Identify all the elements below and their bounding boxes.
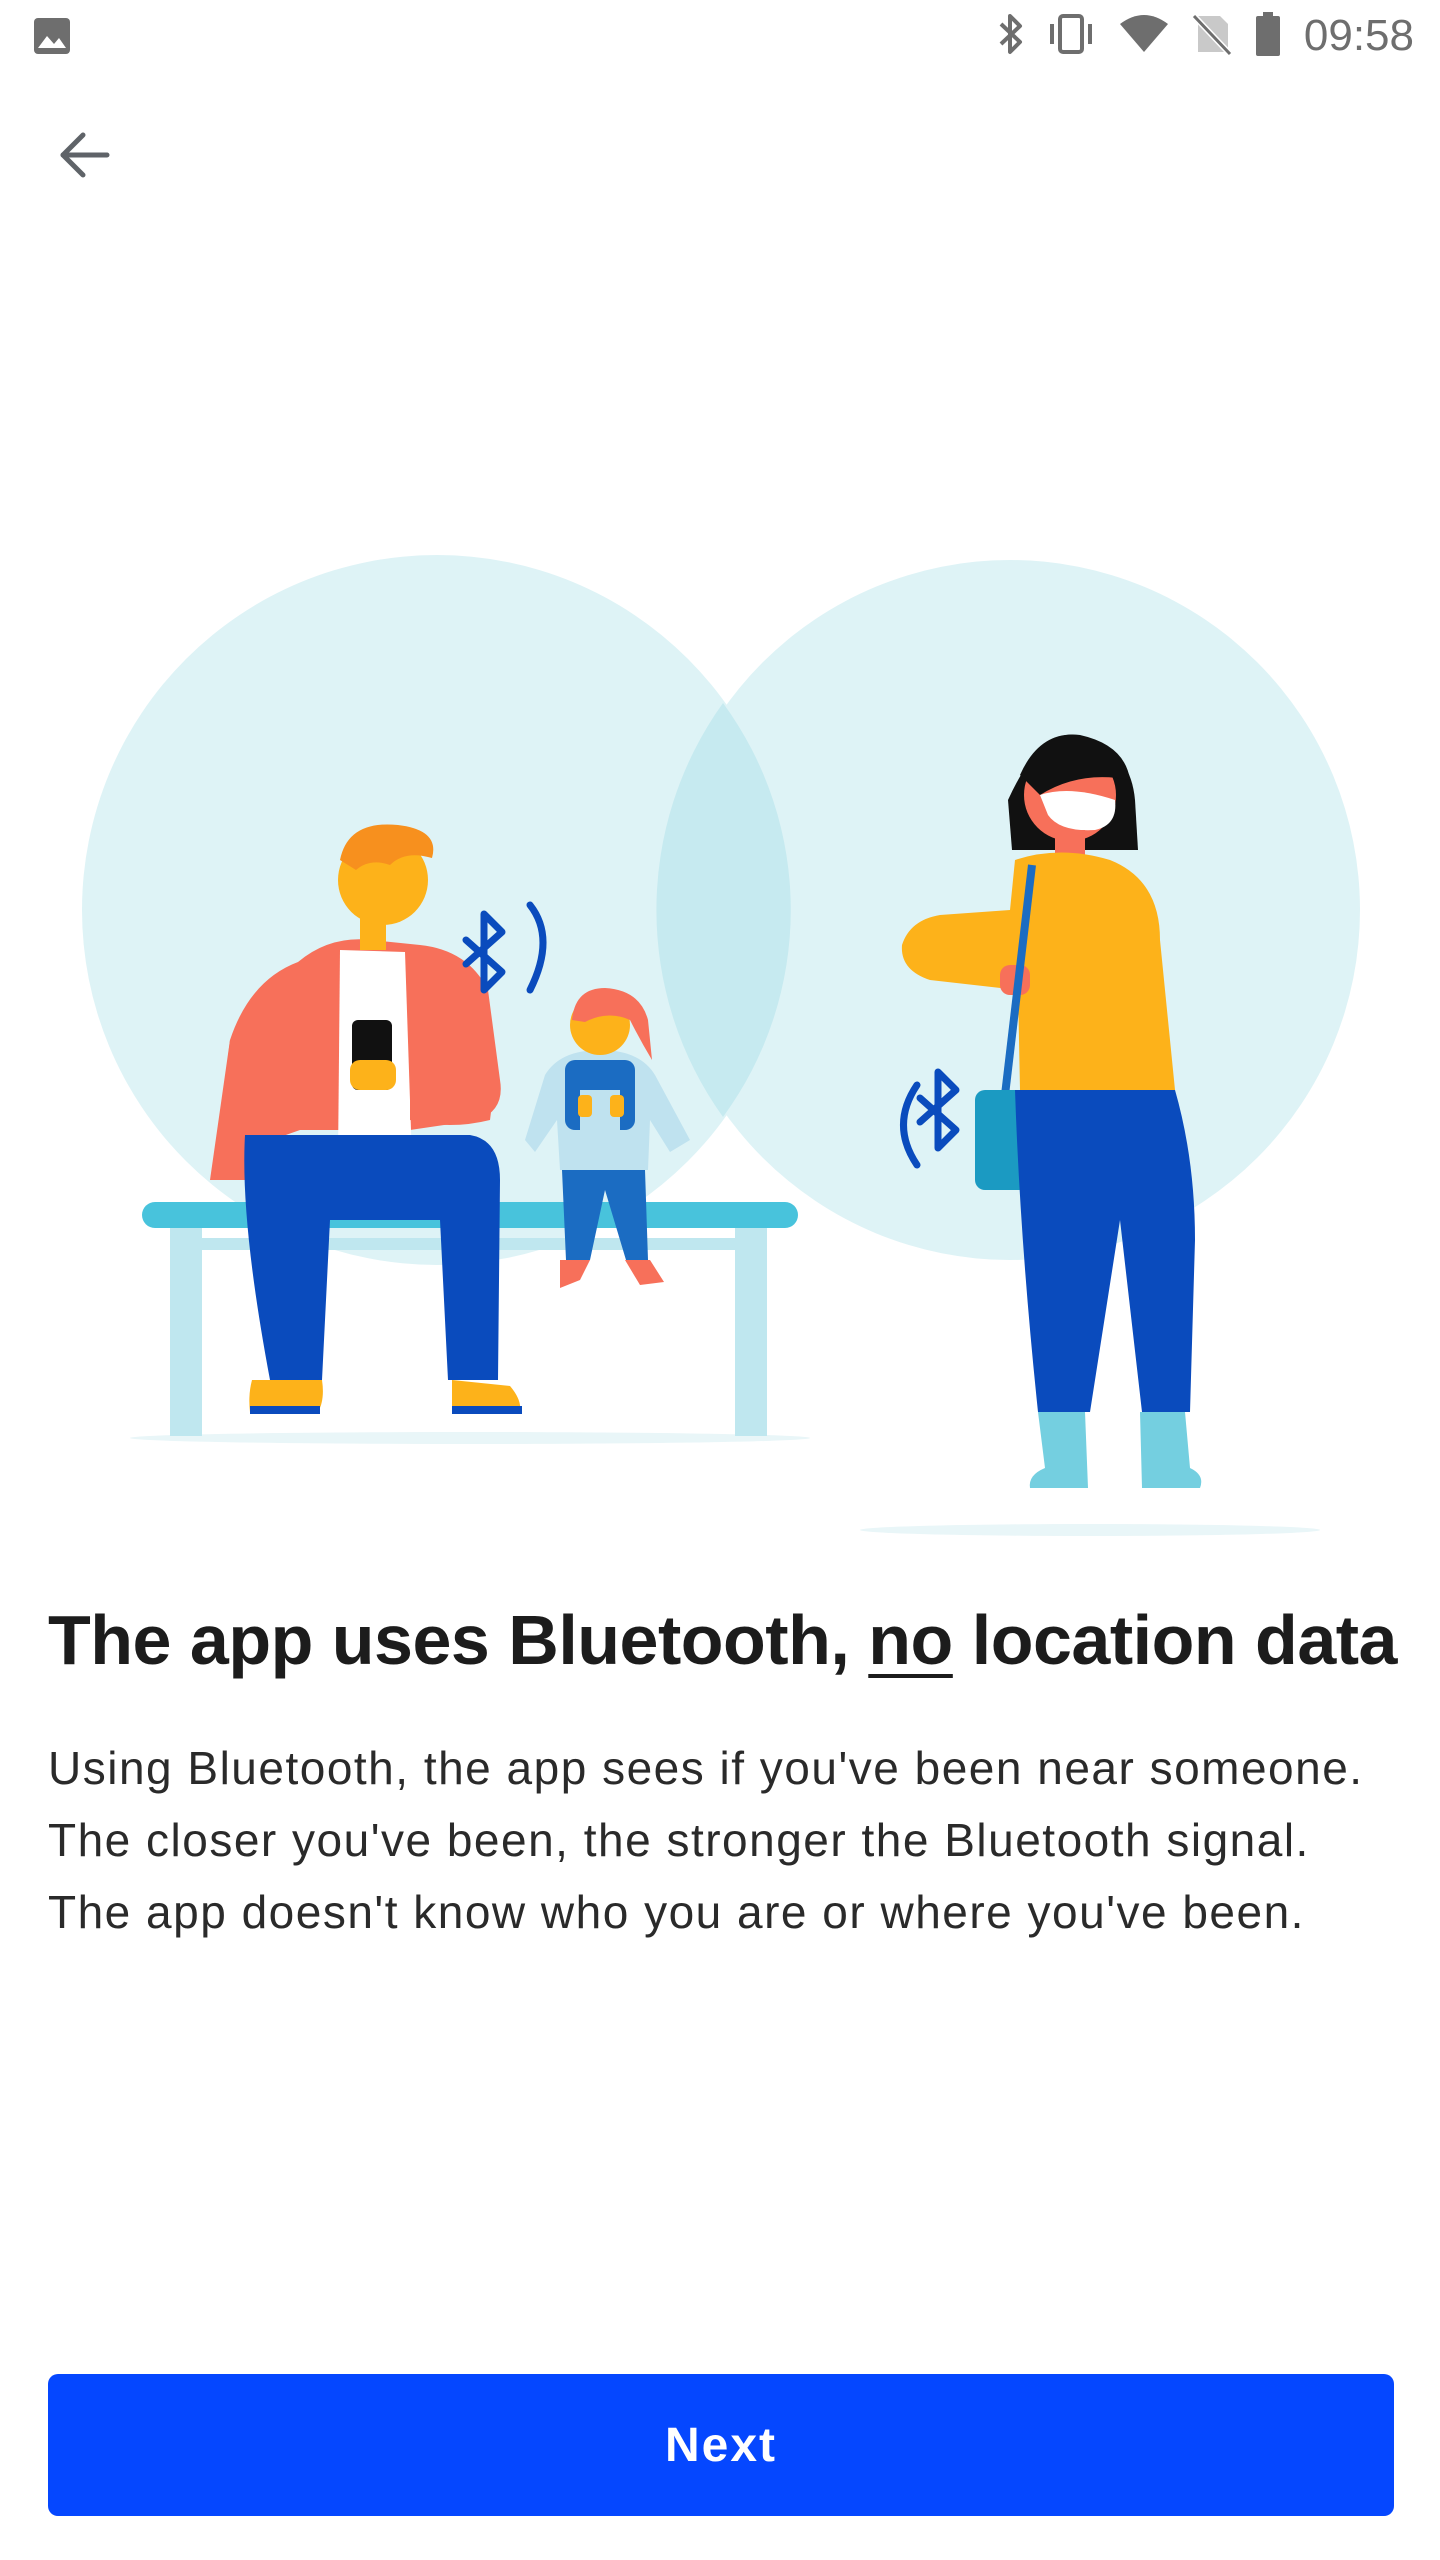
no-sim-icon [1191, 12, 1233, 61]
battery-icon [1254, 11, 1282, 62]
next-button[interactable]: Next [48, 2374, 1394, 2516]
status-icons: 09:58 [998, 8, 1414, 64]
bluetooth-icon [998, 12, 1024, 61]
bluetooth-illustration [82, 555, 1360, 1536]
description-text: Using Bluetooth, the app sees if you've … [48, 1742, 1364, 1938]
page-title: The app uses Bluetooth, no location data [48, 1590, 1408, 1690]
status-time: 09:58 [1303, 11, 1414, 60]
image-notification-icon [32, 16, 72, 61]
status-bar: 09:58 [0, 0, 1440, 72]
title-part-1: The app uses Bluetooth, [48, 1601, 869, 1679]
arrow-left-icon [60, 132, 110, 178]
vibrate-icon [1046, 12, 1096, 61]
title-part-2: location data [952, 1601, 1398, 1679]
back-button[interactable] [40, 110, 130, 200]
wifi-icon [1118, 12, 1170, 61]
title-emphasis: no [868, 1601, 953, 1679]
